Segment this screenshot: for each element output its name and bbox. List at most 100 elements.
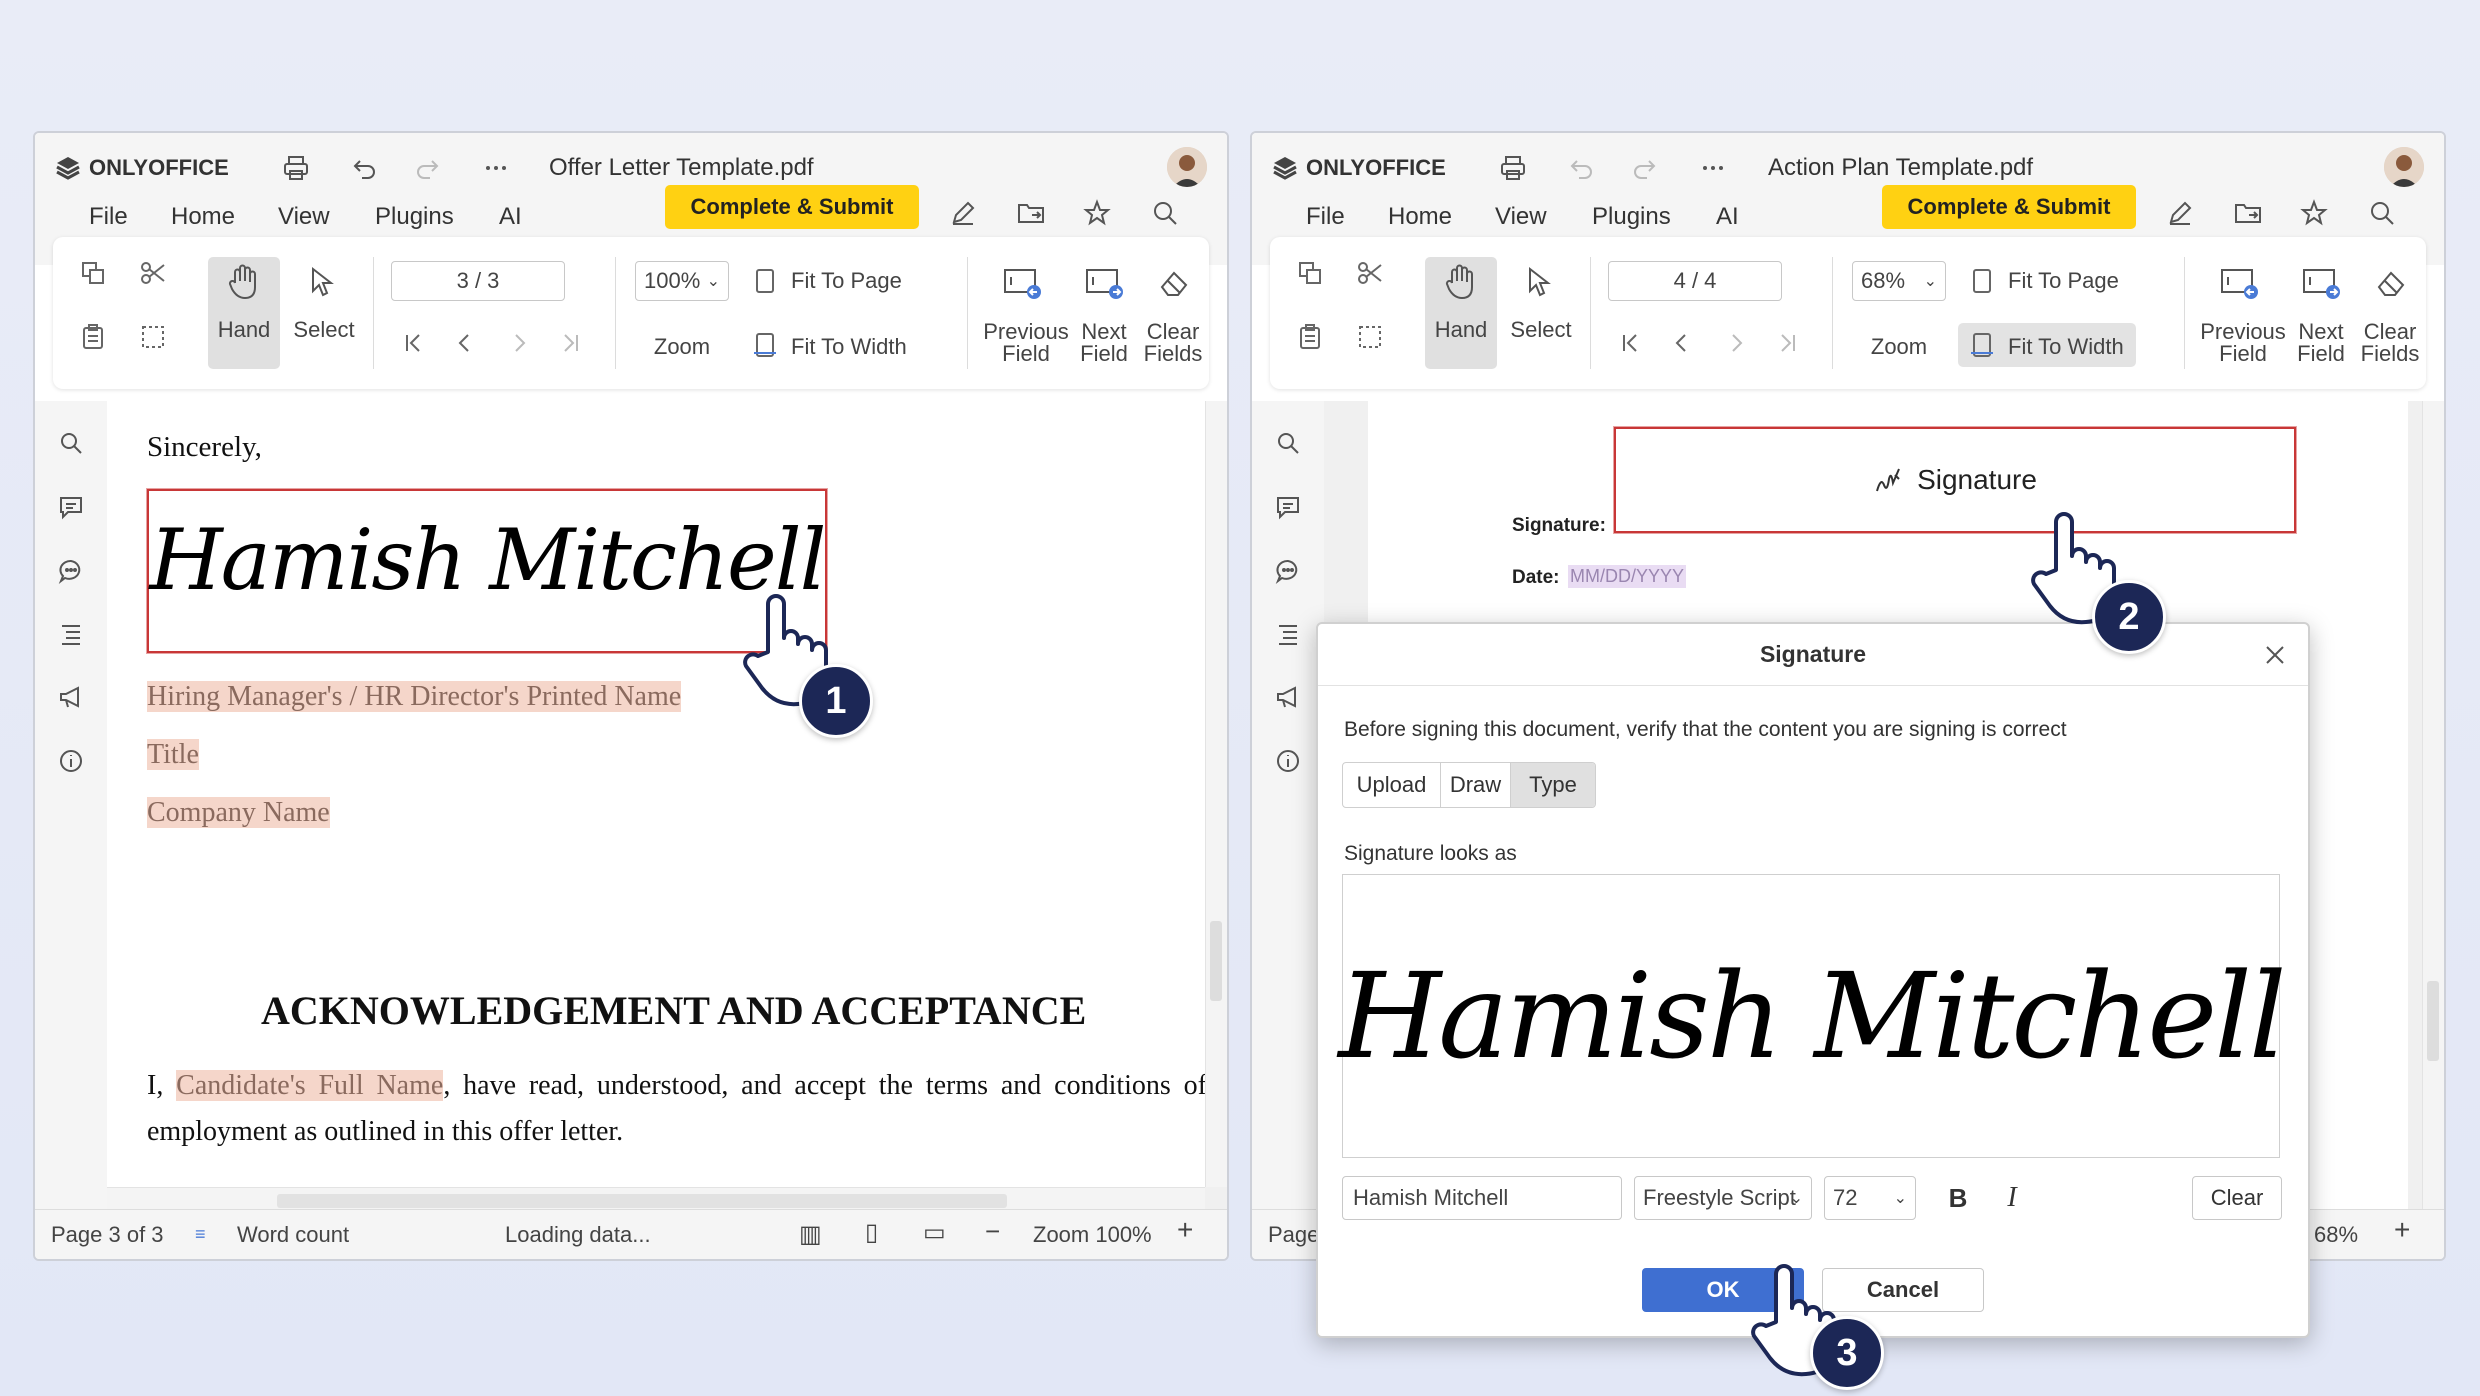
fit-width-status-icon[interactable]: ▭ bbox=[923, 1218, 946, 1247]
tab-upload[interactable]: Upload bbox=[1343, 763, 1441, 807]
copy-icon[interactable] bbox=[73, 253, 113, 293]
previous-field-label[interactable]: Previous Field bbox=[2198, 321, 2288, 365]
undo-icon[interactable] bbox=[1558, 143, 1604, 193]
scroll-thumb[interactable] bbox=[2427, 981, 2439, 1061]
redo-icon[interactable] bbox=[405, 143, 451, 193]
complete-submit-button[interactable]: Complete & Submit bbox=[1882, 185, 2136, 229]
previous-page-icon[interactable] bbox=[1662, 323, 1702, 363]
cut-icon[interactable] bbox=[133, 253, 173, 293]
redo-icon[interactable] bbox=[1622, 143, 1668, 193]
zoom-in-icon[interactable]: + bbox=[2394, 1214, 2410, 1246]
user-avatar[interactable] bbox=[1167, 147, 1207, 187]
fit-page-icon[interactable] bbox=[1964, 261, 2000, 301]
signature-name-input[interactable]: Hamish Mitchell bbox=[1342, 1176, 1622, 1220]
next-field-icon[interactable] bbox=[2298, 263, 2344, 303]
company-name-field[interactable]: Company Name bbox=[147, 797, 330, 829]
chat-icon[interactable] bbox=[1268, 551, 1308, 591]
scroll-thumb[interactable] bbox=[277, 1194, 1007, 1208]
previous-field-label[interactable]: Previous Field bbox=[981, 321, 1071, 365]
word-count-button[interactable]: Word count bbox=[237, 1222, 349, 1248]
next-field-label[interactable]: Next Field bbox=[1069, 321, 1139, 365]
feedback-icon[interactable] bbox=[51, 677, 91, 717]
fit-to-width-label[interactable]: Fit To Width bbox=[791, 336, 907, 358]
fit-to-width-label[interactable]: Fit To Width bbox=[2008, 336, 2124, 358]
edit-pdf-icon[interactable] bbox=[943, 193, 983, 233]
eraser-icon[interactable] bbox=[1151, 263, 1197, 303]
fit-width-icon[interactable] bbox=[747, 325, 783, 365]
copy-icon[interactable] bbox=[1290, 253, 1330, 293]
last-page-icon[interactable] bbox=[551, 323, 591, 363]
chat-icon[interactable] bbox=[51, 551, 91, 591]
search-icon[interactable] bbox=[1268, 423, 1308, 463]
open-location-icon[interactable] bbox=[2228, 193, 2268, 233]
first-page-icon[interactable] bbox=[1610, 323, 1650, 363]
comments-icon[interactable] bbox=[51, 487, 91, 527]
next-field-label[interactable]: Next Field bbox=[2286, 321, 2356, 365]
previous-field-icon[interactable] bbox=[2216, 263, 2262, 303]
candidate-name-field[interactable]: Candidate's Full Name bbox=[176, 1070, 444, 1101]
bold-button[interactable]: B bbox=[1938, 1176, 1978, 1220]
favorite-icon[interactable] bbox=[2294, 193, 2334, 233]
tab-type[interactable]: Type bbox=[1511, 763, 1595, 807]
complete-submit-button[interactable]: Complete & Submit bbox=[665, 185, 919, 229]
clear-fields-label[interactable]: Clear Fields bbox=[2354, 321, 2426, 365]
close-icon[interactable] bbox=[2260, 640, 2290, 670]
clear-button[interactable]: Clear bbox=[2192, 1176, 2282, 1220]
vertical-scrollbar[interactable] bbox=[1205, 401, 1227, 1187]
select-all-icon[interactable] bbox=[133, 317, 173, 357]
next-page-icon[interactable] bbox=[499, 323, 539, 363]
scroll-thumb[interactable] bbox=[1210, 921, 1222, 1001]
italic-button[interactable]: I bbox=[1992, 1176, 2032, 1220]
select-cursor-icon[interactable] bbox=[1517, 261, 1559, 303]
page-number-input[interactable]: 3 / 3 bbox=[391, 261, 565, 301]
signature-field-empty[interactable]: Signature bbox=[1614, 427, 2296, 533]
zoom-select[interactable]: 68% ⌄ bbox=[1852, 261, 1946, 301]
favorite-icon[interactable] bbox=[1077, 193, 1117, 233]
comments-icon[interactable] bbox=[1268, 487, 1308, 527]
cut-icon[interactable] bbox=[1350, 253, 1390, 293]
date-field[interactable]: MM/DD/YYYY bbox=[1568, 565, 1687, 588]
select-all-icon[interactable] bbox=[1350, 317, 1390, 357]
fit-to-page-label[interactable]: Fit To Page bbox=[2008, 270, 2119, 292]
edit-pdf-icon[interactable] bbox=[2160, 193, 2200, 233]
vertical-scrollbar[interactable] bbox=[2422, 401, 2444, 1213]
info-icon[interactable] bbox=[51, 741, 91, 781]
first-page-icon[interactable] bbox=[393, 323, 433, 363]
title-field[interactable]: Title bbox=[147, 739, 199, 771]
print-icon[interactable] bbox=[273, 143, 319, 193]
fit-width-icon[interactable] bbox=[1964, 325, 2000, 365]
search-icon[interactable] bbox=[51, 423, 91, 463]
eraser-icon[interactable] bbox=[2368, 263, 2414, 303]
feedback-icon[interactable] bbox=[1268, 677, 1308, 717]
last-page-icon[interactable] bbox=[1768, 323, 1808, 363]
fit-page-icon[interactable] bbox=[747, 261, 783, 301]
font-size-select[interactable]: 72 ⌄ bbox=[1824, 1176, 1916, 1220]
more-icon[interactable] bbox=[473, 143, 519, 193]
navigation-icon[interactable] bbox=[51, 613, 91, 653]
font-select[interactable]: Freestyle Script ⌄ bbox=[1634, 1176, 1812, 1220]
fit-to-page-label[interactable]: Fit To Page bbox=[791, 270, 902, 292]
fit-page-status-icon[interactable]: ▯ bbox=[865, 1218, 878, 1247]
page-number-input[interactable]: 4 / 4 bbox=[1608, 261, 1782, 301]
select-cursor-icon[interactable] bbox=[300, 261, 342, 303]
next-page-icon[interactable] bbox=[1716, 323, 1756, 363]
search-icon[interactable] bbox=[1145, 193, 1185, 233]
search-icon[interactable] bbox=[2362, 193, 2402, 233]
zoom-in-icon[interactable]: + bbox=[1177, 1214, 1193, 1246]
zoom-select[interactable]: 100% ⌄ bbox=[635, 261, 729, 301]
tab-draw[interactable]: Draw bbox=[1441, 763, 1511, 807]
paste-icon[interactable] bbox=[1290, 317, 1330, 357]
next-field-icon[interactable] bbox=[1081, 263, 1127, 303]
manager-name-field[interactable]: Hiring Manager's / HR Director's Printed… bbox=[147, 681, 682, 713]
paste-icon[interactable] bbox=[73, 317, 113, 357]
more-icon[interactable] bbox=[1690, 143, 1736, 193]
cancel-button[interactable]: Cancel bbox=[1822, 1268, 1984, 1312]
undo-icon[interactable] bbox=[341, 143, 387, 193]
view-mode-icon[interactable]: ▥ bbox=[799, 1220, 822, 1249]
user-avatar[interactable] bbox=[2384, 147, 2424, 187]
info-icon[interactable] bbox=[1268, 741, 1308, 781]
zoom-out-icon[interactable]: − bbox=[985, 1216, 1000, 1247]
navigation-icon[interactable] bbox=[1268, 613, 1308, 653]
open-location-icon[interactable] bbox=[1011, 193, 1051, 233]
signature-field-filled[interactable]: Hamish Mitchell bbox=[147, 489, 827, 653]
